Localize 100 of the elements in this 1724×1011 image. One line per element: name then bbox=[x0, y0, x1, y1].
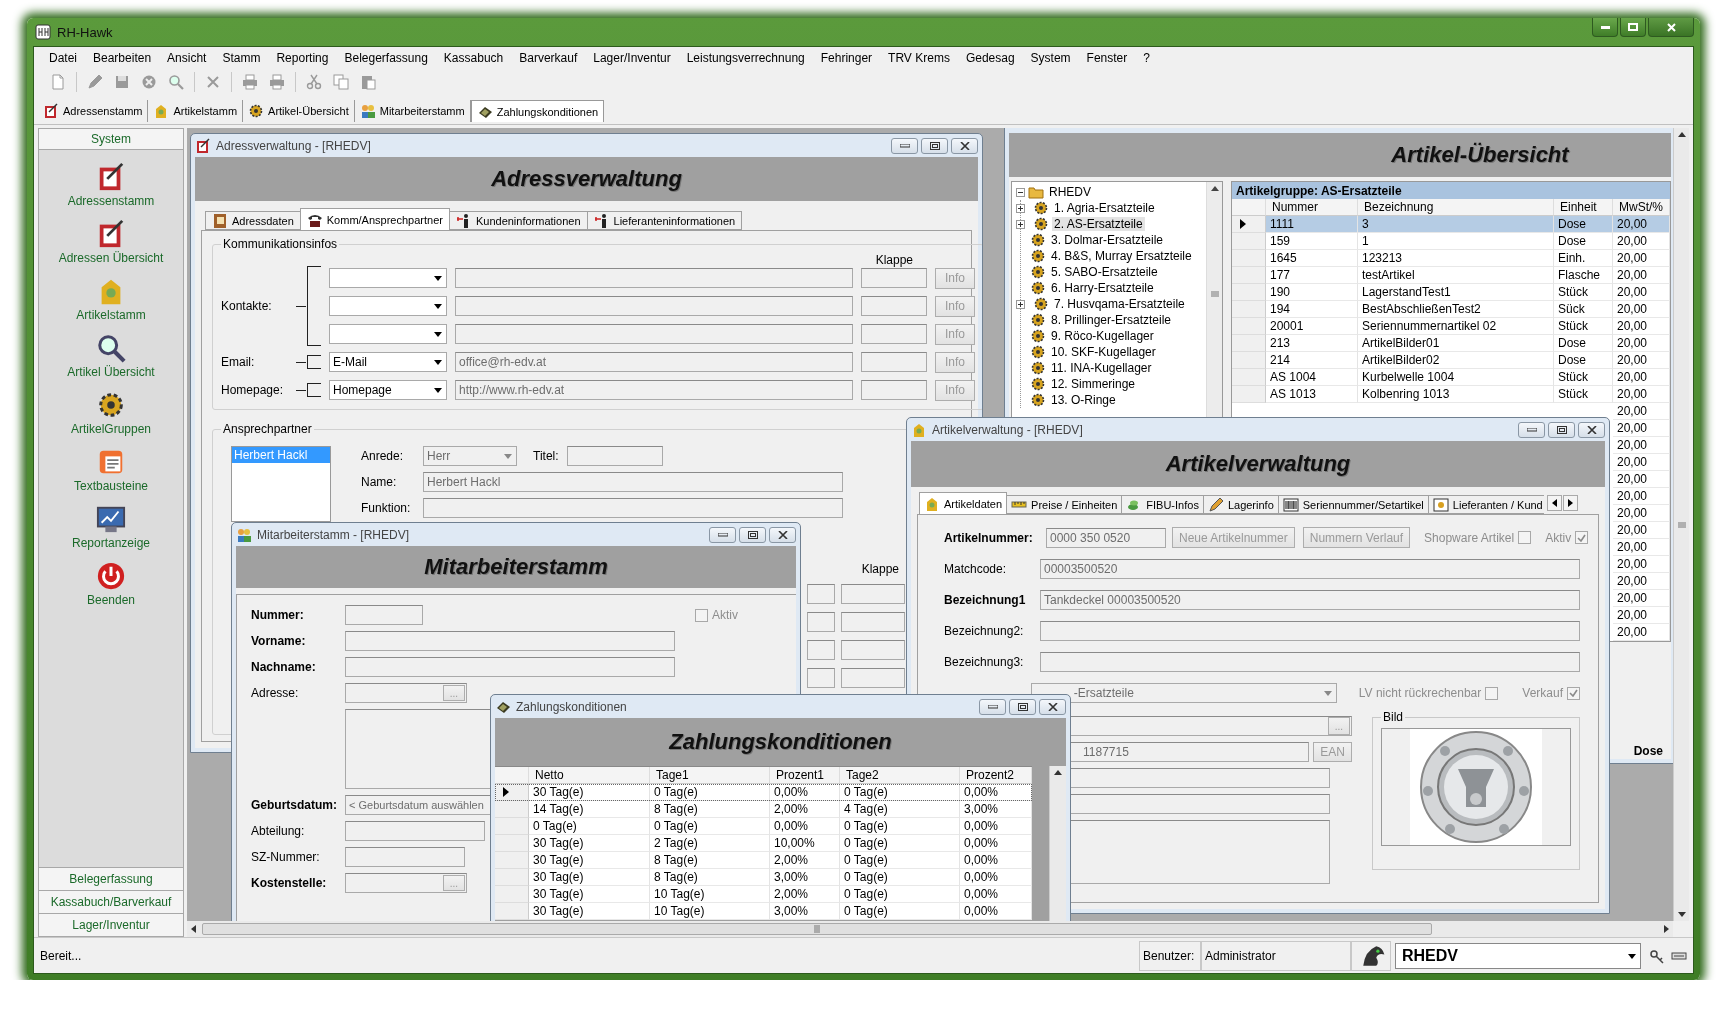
table-cell[interactable]: 20,00 bbox=[1613, 522, 1670, 539]
menu-item[interactable]: Ansicht bbox=[160, 49, 214, 67]
tree-item[interactable]: 8. Prillinger-Ersatzteile bbox=[1049, 313, 1174, 327]
table-row[interactable]: 30 Tag(e) 8 Tag(e) 3,00% 0 Tag(e) 0,00% bbox=[495, 869, 1032, 886]
sidebar-section[interactable]: Belegerfassung bbox=[39, 867, 183, 890]
menu-item[interactable]: Fehringer bbox=[813, 49, 880, 67]
tab[interactable]: FIBU-Infos bbox=[1121, 495, 1204, 514]
sidebar-item[interactable]: Reportanzeige bbox=[71, 504, 151, 550]
table-row[interactable]: 30 Tag(e) 10 Tag(e) 3,00% 0 Tag(e) 0,00% bbox=[495, 903, 1032, 920]
table-row[interactable]: 177 testArtikel Flasche 20,00 bbox=[1232, 267, 1670, 284]
tree-item[interactable]: 10. SKF-Kugellager bbox=[1049, 345, 1158, 359]
tree-item[interactable]: 1. Agria-Ersatzteile bbox=[1052, 201, 1157, 215]
tree-item[interactable]: RHEDV bbox=[1047, 185, 1093, 199]
table-row[interactable]: 1645 123213 Einh. 20,00 bbox=[1232, 250, 1670, 267]
sidebar-item[interactable]: Textbausteine bbox=[73, 447, 149, 493]
table-row[interactable]: 190 LagerstandTest1 Stück 20,00 bbox=[1232, 284, 1670, 301]
table-cell[interactable]: 20,00 bbox=[1613, 573, 1670, 590]
menu-item[interactable]: Lager/Inventur bbox=[586, 49, 678, 67]
menu-item[interactable]: Bearbeiten bbox=[86, 49, 159, 67]
menu-item[interactable]: Barverkauf bbox=[512, 49, 585, 67]
menu-item[interactable]: Datei bbox=[42, 49, 84, 67]
menu-item[interactable]: Reporting bbox=[269, 49, 336, 67]
table-row[interactable]: 159 1 Dose 20,00 bbox=[1232, 233, 1670, 250]
column-header[interactable]: Netto bbox=[529, 767, 650, 784]
tab[interactable]: Lagerinfo bbox=[1202, 495, 1279, 514]
document-tab[interactable]: Adressenstamm bbox=[38, 100, 149, 122]
text-field[interactable]: office@rh-edv.at bbox=[455, 352, 853, 372]
sidebar-section[interactable]: Lager/Inventur bbox=[39, 913, 183, 936]
table-cell[interactable]: 20,00 bbox=[1613, 556, 1670, 573]
column-header[interactable]: Tage2 bbox=[840, 767, 960, 784]
dropdown[interactable]: Herr bbox=[423, 446, 517, 466]
menu-item[interactable]: Fenster bbox=[1079, 49, 1135, 67]
menu-item[interactable]: TRV Krems bbox=[881, 49, 957, 67]
table-cell[interactable]: 20,00 bbox=[1613, 590, 1670, 607]
column-header[interactable]: Tage1 bbox=[650, 767, 770, 784]
dropdown[interactable]: E-Mail bbox=[329, 352, 447, 372]
tab[interactable]: Seriennummer/Setartikel bbox=[1277, 495, 1429, 514]
sidebar-header[interactable]: System bbox=[39, 129, 183, 150]
table-row[interactable]: 194 BestAbschließenTest2 Sück 20,00 bbox=[1232, 301, 1670, 318]
tree-item[interactable]: 3. Dolmar-Ersatzteile bbox=[1049, 233, 1166, 247]
table-row[interactable]: AS 1013 Kolbenring 1013 Stück 20,00 bbox=[1232, 386, 1670, 403]
tree-item[interactable]: 5. SABO-Ersatzteile bbox=[1049, 265, 1160, 279]
document-tab[interactable]: Zahlungskonditionen bbox=[470, 100, 605, 122]
sidebar-item[interactable]: Adressen Übersicht bbox=[58, 219, 164, 265]
document-tab[interactable]: Artikel-Übersicht bbox=[243, 100, 355, 122]
tab[interactable]: Kundeninformationen bbox=[448, 211, 588, 230]
table-row[interactable]: 30 Tag(e) 10 Tag(e) 2,00% 0 Tag(e) 0,00% bbox=[495, 886, 1032, 903]
tree-item[interactable]: 6. Harry-Ersatzteile bbox=[1049, 281, 1156, 295]
menu-item[interactable]: Gedesag bbox=[958, 49, 1022, 67]
table-cell[interactable]: 20,00 bbox=[1613, 488, 1670, 505]
table-cell[interactable]: 20,00 bbox=[1613, 437, 1670, 454]
tab[interactable]: Artikeldaten bbox=[919, 492, 1008, 514]
table-row[interactable]: 30 Tag(e) 8 Tag(e) 2,00% 0 Tag(e) 0,00% bbox=[495, 852, 1032, 869]
table-row[interactable]: AS 1004 Kurbelwelle 1004 Stück 20,00 bbox=[1232, 369, 1670, 386]
table-row[interactable]: 1111 3 Dose 20,00 bbox=[1232, 216, 1670, 233]
tree-item[interactable]: 2. AS-Ersatzteile bbox=[1052, 217, 1145, 231]
table-cell[interactable]: 20,00 bbox=[1613, 539, 1670, 556]
tree-item[interactable]: 11. INA-Kugellager bbox=[1049, 361, 1154, 375]
sidebar-item[interactable]: ArtikelGruppen bbox=[70, 390, 151, 436]
company-dropdown[interactable]: RHEDV bbox=[1395, 943, 1641, 969]
table-cell[interactable]: 20,00 bbox=[1613, 607, 1670, 624]
text-field[interactable]: 00003500520 bbox=[1040, 559, 1580, 579]
menu-item[interactable]: ? bbox=[1136, 49, 1157, 67]
tab[interactable]: Komm/Ansprechpartner bbox=[299, 208, 450, 230]
sidebar-item[interactable]: Adressenstamm bbox=[67, 162, 155, 208]
text-field[interactable]: 0000 350 0520 bbox=[1046, 527, 1166, 548]
dropdown[interactable]: -Ersatzteile bbox=[1030, 683, 1337, 703]
document-tab[interactable]: Mitarbeiterstamm bbox=[354, 100, 471, 122]
tree-item[interactable]: 9. Röco-Kugellager bbox=[1049, 329, 1156, 343]
column-header[interactable]: MwSt/% bbox=[1613, 199, 1670, 216]
tree-item[interactable]: 4. B&S, Murray Ersatzteile bbox=[1049, 249, 1194, 263]
table-row[interactable]: 0 Tag(e) 0 Tag(e) 0,00% 0 Tag(e) 0,00% bbox=[495, 818, 1032, 835]
document-tab[interactable]: Artikelstamm bbox=[148, 100, 244, 122]
table-row[interactable]: 30 Tag(e) 0 Tag(e) 0,00% 0 Tag(e) 0,00% bbox=[495, 784, 1032, 801]
sidebar-section[interactable]: Kassabuch/Barverkauf bbox=[39, 890, 183, 913]
tab[interactable]: Adressdaten bbox=[205, 211, 301, 230]
column-header[interactable]: Bezeichnung bbox=[1358, 199, 1554, 216]
column-header[interactable]: Prozent2 bbox=[960, 767, 1032, 784]
table-row[interactable]: 213 ArtikelBilder01 Dose 20,00 bbox=[1232, 335, 1670, 352]
table-row[interactable]: 214 ArtikelBilder02 Dose 20,00 bbox=[1232, 352, 1670, 369]
table-row[interactable]: 30 Tag(e) 2 Tag(e) 10,00% 0 Tag(e) 0,00% bbox=[495, 835, 1032, 852]
tree-item[interactable]: 13. O-Ringe bbox=[1049, 393, 1118, 407]
menu-item[interactable]: System bbox=[1023, 49, 1078, 67]
menu-item[interactable]: Leistungsverrechnung bbox=[679, 49, 812, 67]
column-header[interactable]: Prozent1 bbox=[770, 767, 840, 784]
sidebar-item[interactable]: Artikelstamm bbox=[76, 276, 146, 322]
tab[interactable]: Lieferanten / Kund bbox=[1427, 495, 1544, 514]
table-cell[interactable]: 20,00 bbox=[1613, 454, 1670, 471]
menu-item[interactable]: Belegerfassung bbox=[337, 49, 435, 67]
sidebar-item[interactable]: Artikel Übersicht bbox=[67, 333, 155, 379]
table-cell[interactable]: 20,00 bbox=[1613, 471, 1670, 488]
tree-item[interactable]: 7. Husvqama-Ersatzteile bbox=[1052, 297, 1187, 311]
column-header[interactable]: Einheit bbox=[1554, 199, 1613, 216]
menu-item[interactable]: Stamm bbox=[215, 49, 268, 67]
table-cell[interactable]: 20,00 bbox=[1613, 624, 1670, 641]
tree-item[interactable]: 12. Simmeringe bbox=[1049, 377, 1138, 391]
tab[interactable]: Lieferanteninformationen bbox=[586, 211, 743, 230]
table-row[interactable]: 14 Tag(e) 8 Tag(e) 2,00% 4 Tag(e) 3,00% bbox=[495, 801, 1032, 818]
table-cell[interactable]: 20,00 bbox=[1613, 505, 1670, 522]
table-cell[interactable]: 20,00 bbox=[1613, 420, 1670, 437]
